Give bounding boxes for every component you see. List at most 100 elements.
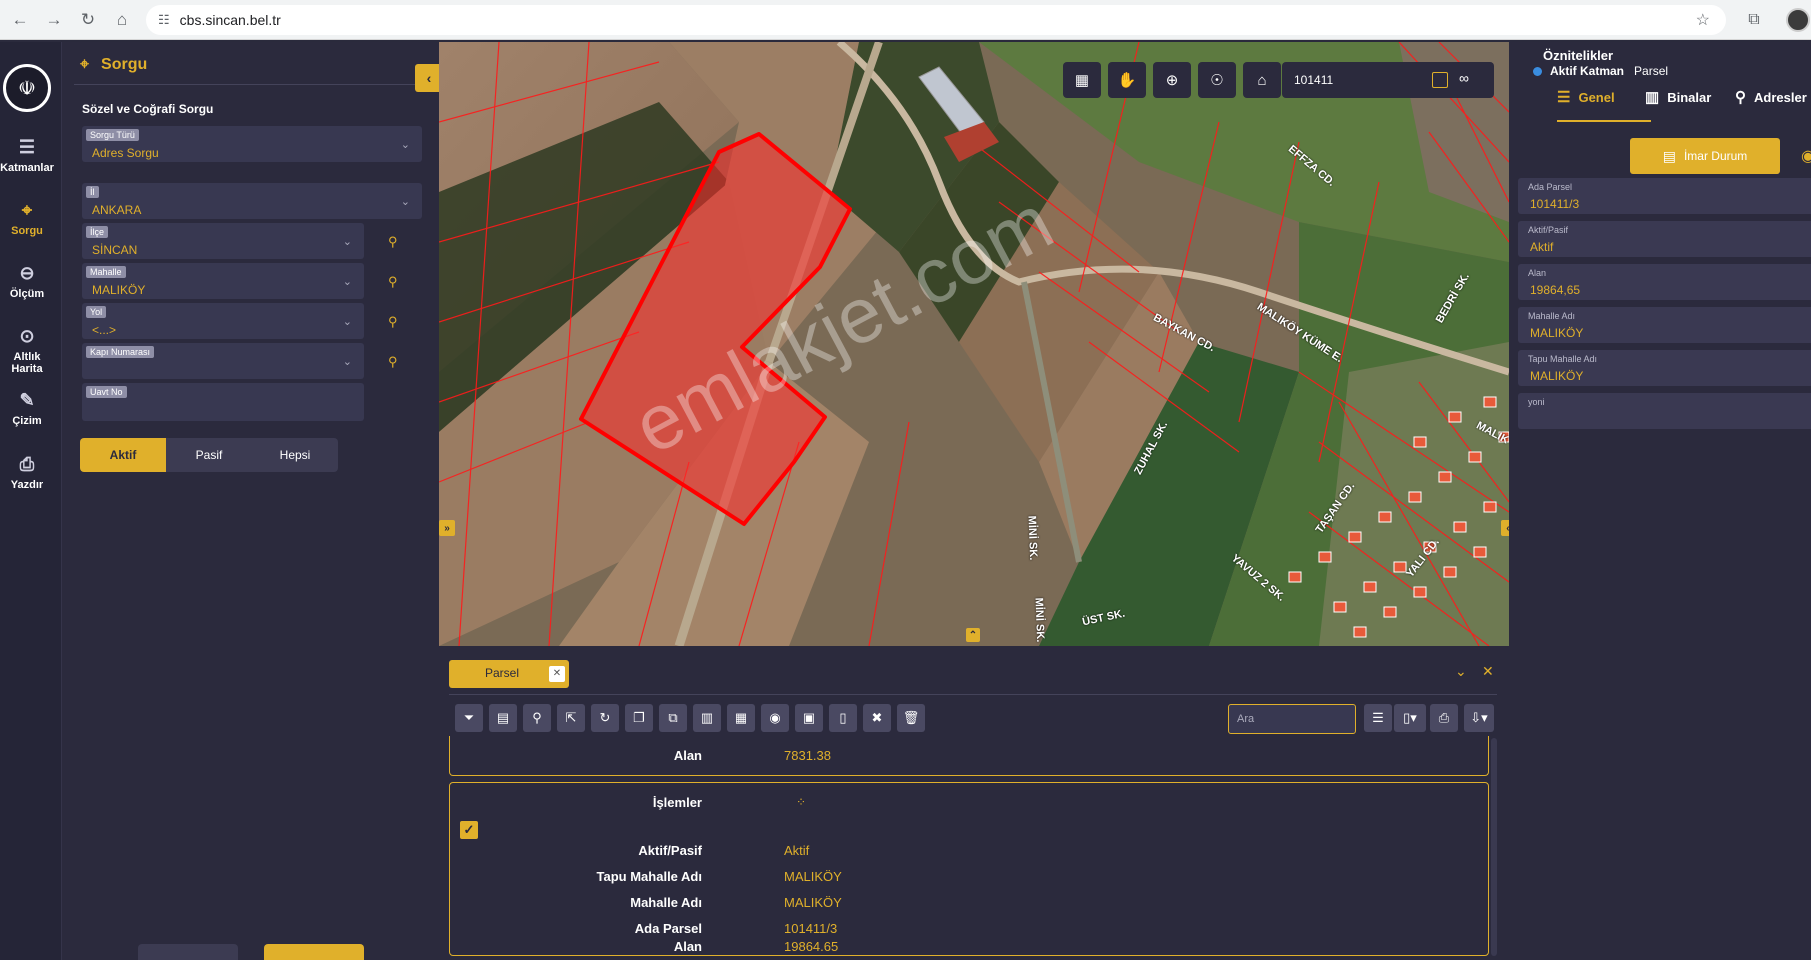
- tab-adresler[interactable]: ⚲ Adresler: [1735, 88, 1807, 106]
- il-select[interactable]: İl ANKARA ⌄: [82, 183, 422, 219]
- attr-yoni: yoni: [1518, 393, 1811, 429]
- globe-icon[interactable]: ⊕: [1153, 62, 1191, 98]
- tab-label: Adresler: [1754, 89, 1807, 105]
- ilce-select[interactable]: İlçe SİNCAN ⌄: [82, 223, 364, 259]
- select-on-map-icon[interactable]: ⚲: [388, 274, 404, 290]
- site-settings-icon[interactable]: ☷: [158, 12, 170, 28]
- eye-icon[interactable]: ◉: [1801, 146, 1811, 166]
- street-label: MİNİ SK.: [1032, 597, 1047, 643]
- field-value: <...>: [92, 323, 117, 337]
- rail-item-cizim[interactable]: ✎ Çizim: [0, 390, 54, 427]
- rail-label: Sorgu: [11, 225, 43, 237]
- rail-item-katmanlar[interactable]: ☰ Katmanlar: [0, 137, 54, 174]
- table-icon[interactable]: ▣: [795, 704, 823, 732]
- attr-aktif-pasif: Aktif/Pasif Aktif: [1518, 221, 1811, 257]
- columns-icon[interactable]: ▯: [829, 704, 857, 732]
- chevron-down-icon[interactable]: ⌄: [1455, 663, 1467, 680]
- tab-parsel[interactable]: Parsel ✕: [449, 660, 569, 688]
- actions-menu-icon[interactable]: ⁘: [796, 795, 806, 809]
- query-subtitle: Sözel ve Coğrafi Sorgu: [82, 102, 214, 116]
- trash-icon[interactable]: 🗑: [897, 704, 925, 732]
- download-icon[interactable]: ⇩▾: [1464, 704, 1494, 732]
- calculator-icon[interactable]: ▦: [727, 704, 755, 732]
- row-key: Tapu Mahalle Adı: [596, 869, 702, 884]
- select-on-map-icon[interactable]: ⚲: [388, 314, 404, 330]
- chart-icon[interactable]: ▥: [693, 704, 721, 732]
- close-icon[interactable]: ✕: [549, 666, 565, 682]
- forward-icon[interactable]: →: [40, 6, 68, 34]
- browser-toolbar: ← → ↻ ⌂ ☷ cbs.sincan.bel.tr ☆ ⧉: [0, 0, 1811, 40]
- active-tab-underline: [1557, 120, 1651, 122]
- expand-left-icon[interactable]: »: [439, 520, 455, 536]
- list-icon[interactable]: ☰: [1364, 704, 1392, 732]
- query-panel-title: Sorgu: [101, 56, 148, 73]
- divider: [449, 694, 1497, 695]
- results-search-input[interactable]: Ara: [1228, 704, 1356, 734]
- hand-pan-icon[interactable]: ✋: [1108, 62, 1146, 98]
- compass-icon[interactable]: ☉: [1198, 62, 1236, 98]
- row-select-checkbox[interactable]: ✓: [460, 821, 478, 839]
- document-search-icon[interactable]: ▤: [489, 704, 517, 732]
- close-icon[interactable]: ✕: [1482, 663, 1494, 680]
- select-icon[interactable]: ⇱: [557, 704, 585, 732]
- url-text: cbs.sincan.bel.tr: [179, 12, 281, 28]
- row-key: Alan: [673, 748, 702, 763]
- map-view[interactable]: emlakjet.com EFFZA CD. BEDRİ SK. BAYKAN CD…: [439, 42, 1509, 646]
- map-canvas: [439, 42, 1509, 646]
- rail-item-yazdir[interactable]: ⎙ Yazdır: [0, 454, 54, 491]
- profile-avatar[interactable]: [1786, 8, 1810, 32]
- mahalle-select[interactable]: Mahalle MALIKÖY ⌄: [82, 263, 364, 299]
- attr-label: Alan: [1528, 268, 1547, 278]
- attributes-title: Öznitelikler: [1543, 48, 1614, 63]
- row-value: 101411/3: [784, 921, 838, 936]
- attr-tapu-mahalle-adi: Tapu Mahalle Adı MALIKÖY: [1518, 350, 1811, 386]
- map-search-checkbox[interactable]: [1432, 72, 1448, 88]
- eye-icon[interactable]: ◉: [761, 704, 789, 732]
- attr-value: MALIKÖY: [1530, 369, 1584, 383]
- copy-icon[interactable]: ❐: [625, 704, 653, 732]
- duplicate-icon[interactable]: ⧉: [659, 704, 687, 732]
- bookmark-star-icon[interactable]: ☆: [1696, 10, 1710, 30]
- tab-binalar[interactable]: ▥ Binalar: [1645, 88, 1711, 106]
- segment-hepsi[interactable]: Hepsi: [252, 438, 338, 472]
- query-type-select[interactable]: Sorgu Türü Adres Sorgu ⌄: [82, 126, 422, 162]
- query-button[interactable]: [264, 944, 364, 960]
- map-search-box[interactable]: 101411 ∞: [1282, 62, 1494, 98]
- button-label: İmar Durum: [1683, 149, 1748, 163]
- binoculars-icon[interactable]: ∞: [1459, 70, 1469, 86]
- clear-button[interactable]: [138, 944, 238, 960]
- select-on-map-icon[interactable]: ⚲: [388, 234, 404, 250]
- segment-aktif[interactable]: Aktif: [80, 438, 166, 472]
- extensions-icon[interactable]: ⧉: [1742, 8, 1766, 32]
- tab-genel[interactable]: ☰ Genel: [1557, 88, 1615, 106]
- imar-durum-button[interactable]: ▤ İmar Durum: [1630, 138, 1780, 174]
- expand-right-icon[interactable]: «: [1501, 520, 1509, 536]
- kapi-numarasi-select[interactable]: Kapı Numarası ⌄: [82, 343, 364, 379]
- excel-icon[interactable]: ✖: [863, 704, 891, 732]
- field-label: Mahalle: [86, 266, 126, 278]
- expand-bottom-icon[interactable]: ⌃: [966, 628, 980, 642]
- home-icon[interactable]: ⌂: [108, 6, 136, 34]
- yol-select[interactable]: Yol <...> ⌄: [82, 303, 364, 339]
- segment-pasif[interactable]: Pasif: [166, 438, 252, 472]
- address-search-icon: ⚲: [1735, 89, 1746, 106]
- filter-icon[interactable]: ⏷: [455, 704, 483, 732]
- refresh-icon[interactable]: ↻: [591, 704, 619, 732]
- divider: [74, 84, 422, 85]
- uavt-no-input[interactable]: Uavt No: [82, 383, 364, 421]
- results-scrollbar[interactable]: [1491, 738, 1497, 956]
- reload-icon[interactable]: ↻: [74, 6, 102, 34]
- address-bar[interactable]: ☷ cbs.sincan.bel.tr ☆: [146, 5, 1726, 35]
- select-on-map-icon[interactable]: ⚲: [388, 354, 404, 370]
- grid-menu-icon[interactable]: ▦: [1063, 62, 1101, 98]
- rail-item-altlik-harita[interactable]: ⊙ Altlık Harita: [0, 326, 54, 375]
- rail-item-sorgu[interactable]: ⌖ Sorgu: [0, 200, 54, 237]
- chevron-down-icon: ⌄: [400, 139, 410, 151]
- field-value: MALIKÖY: [92, 283, 146, 297]
- home-extent-icon[interactable]: ⌂: [1243, 62, 1281, 98]
- back-icon[interactable]: ←: [6, 6, 34, 34]
- printer-icon[interactable]: ⎙: [1430, 704, 1458, 732]
- zoom-to-icon[interactable]: ⚲: [523, 704, 551, 732]
- rail-item-olcum[interactable]: ⊖ Ölçüm: [0, 263, 54, 300]
- columns-dropdown-icon[interactable]: ▯▾: [1394, 704, 1426, 732]
